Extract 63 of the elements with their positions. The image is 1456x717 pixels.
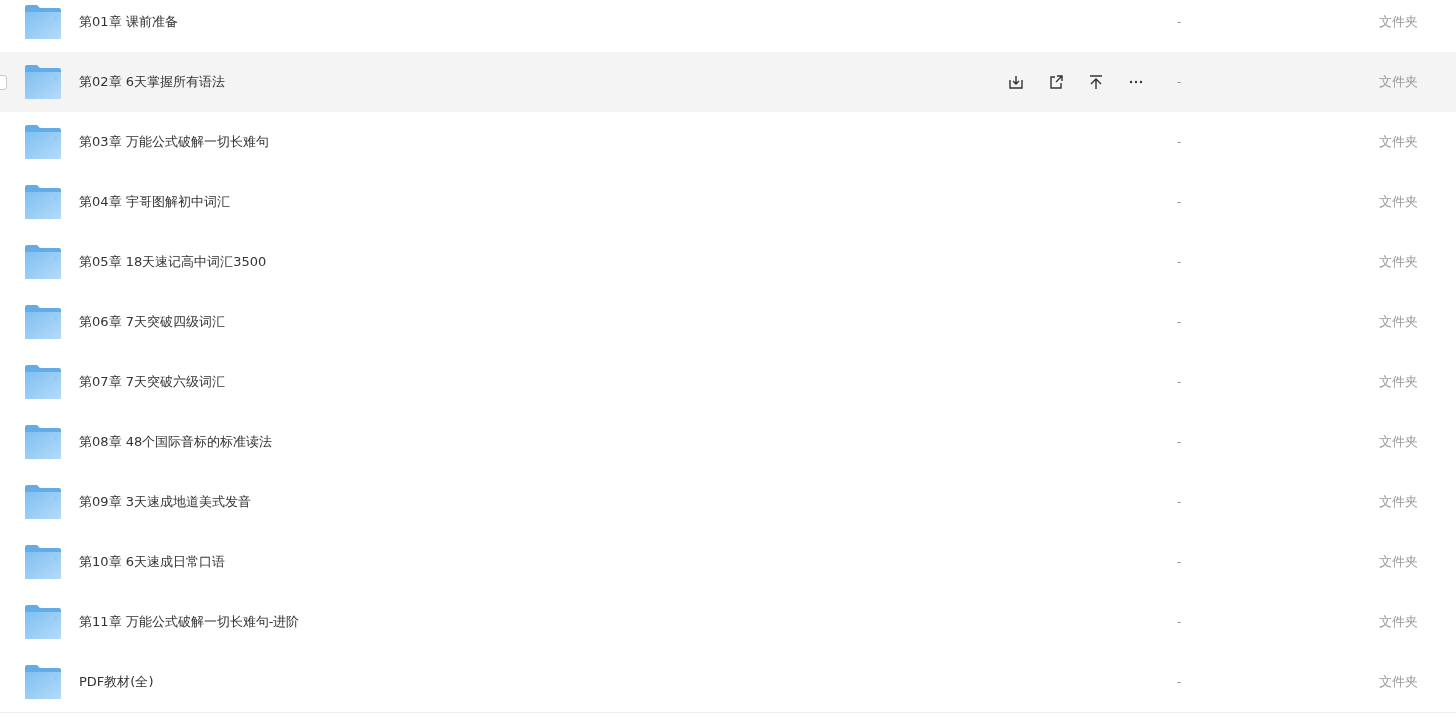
folder-icon xyxy=(25,5,61,39)
size-cell-text: - xyxy=(1175,253,1183,272)
folder-icon xyxy=(25,485,61,519)
type-cell-text: 文件夹 xyxy=(1379,493,1418,512)
folder-icon xyxy=(25,245,61,279)
file-row[interactable]: 第06章 7天突破四级词汇 - 文件夹 xyxy=(0,292,1456,352)
file-row[interactable]: 第01章 课前准备 - 文件夹 xyxy=(0,0,1456,52)
size-cell-text: - xyxy=(1175,133,1183,152)
folder-name[interactable]: 第11章 万能公式破解一切长难句-进阶 xyxy=(79,614,300,630)
folder-name[interactable]: 第05章 18天速记高中词汇3500 xyxy=(79,254,267,270)
size-cell-text: - xyxy=(1175,553,1183,572)
type-cell-text: 文件夹 xyxy=(1379,373,1418,392)
folder-icon xyxy=(25,665,61,699)
folder-name[interactable]: 第07章 7天突破六级词汇 xyxy=(79,374,225,390)
type-cell-text: 文件夹 xyxy=(1379,313,1418,332)
file-row[interactable]: 第10章 6天速成日常口语 - 文件夹 xyxy=(0,532,1456,592)
download-icon[interactable] xyxy=(1007,73,1025,91)
type-cell-text: 文件夹 xyxy=(1379,553,1418,572)
file-row[interactable]: 第11章 万能公式破解一切长难句-进阶 - 文件夹 xyxy=(0,592,1456,652)
folder-icon xyxy=(25,425,61,459)
folder-name[interactable]: 第09章 3天速成地道美式发音 xyxy=(79,494,251,510)
folder-name[interactable]: 第04章 宇哥图解初中词汇 xyxy=(79,194,230,210)
folder-icon xyxy=(25,65,61,99)
folder-name[interactable]: 第10章 6天速成日常口语 xyxy=(79,554,225,570)
type-cell-text: 文件夹 xyxy=(1379,433,1418,452)
size-cell-text: - xyxy=(1175,313,1183,332)
share-icon[interactable] xyxy=(1047,73,1065,91)
type-cell-text: 文件夹 xyxy=(1379,13,1418,32)
size-cell-text: - xyxy=(1175,493,1183,512)
folder-name[interactable]: 第02章 6天掌握所有语法 xyxy=(79,74,225,90)
folder-name[interactable]: PDF教材(全) xyxy=(79,674,154,690)
file-row[interactable]: 第03章 万能公式破解一切长难句 - 文件夹 xyxy=(0,112,1456,172)
folder-name[interactable]: 第03章 万能公式破解一切长难句 xyxy=(79,134,269,150)
size-cell-text: - xyxy=(1175,433,1183,452)
size-cell-text: - xyxy=(1175,373,1183,392)
folder-icon xyxy=(25,305,61,339)
folder-icon xyxy=(25,185,61,219)
file-row[interactable]: 第09章 3天速成地道美式发音 - 文件夹 xyxy=(0,472,1456,532)
folder-name[interactable]: 第06章 7天突破四级词汇 xyxy=(79,314,225,330)
file-row[interactable]: 第04章 宇哥图解初中词汇 - 文件夹 xyxy=(0,172,1456,232)
upload-to-top-icon[interactable] xyxy=(1087,73,1105,91)
type-cell-text: 文件夹 xyxy=(1379,133,1418,152)
file-row[interactable]: PDF教材(全) - 文件夹 xyxy=(0,652,1456,712)
folder-icon xyxy=(25,545,61,579)
size-cell-text: - xyxy=(1175,13,1183,32)
folder-name[interactable]: 第08章 48个国际音标的标准读法 xyxy=(79,434,273,450)
file-row[interactable]: 第07章 7天突破六级词汇 - 文件夹 xyxy=(0,352,1456,412)
type-cell-text: 文件夹 xyxy=(1379,673,1418,692)
type-cell-text: 文件夹 xyxy=(1379,73,1418,92)
type-cell-text: 文件夹 xyxy=(1379,193,1418,212)
folder-icon xyxy=(25,125,61,159)
size-cell-text: - xyxy=(1175,73,1183,92)
size-cell-text: - xyxy=(1175,613,1183,632)
size-cell-text: - xyxy=(1175,673,1183,692)
file-row[interactable]: 第05章 18天速记高中词汇3500 - 文件夹 xyxy=(0,232,1456,292)
file-row[interactable]: 第02章 6天掌握所有语法 - 文件夹 xyxy=(0,52,1456,112)
type-cell-text: 文件夹 xyxy=(1379,613,1418,632)
size-cell-text: - xyxy=(1175,193,1183,212)
folder-icon xyxy=(25,605,61,639)
folder-icon xyxy=(25,365,61,399)
folder-name[interactable]: 第01章 课前准备 xyxy=(79,14,178,30)
type-cell-text: 文件夹 xyxy=(1379,253,1418,272)
file-row[interactable]: 第08章 48个国际音标的标准读法 - 文件夹 xyxy=(0,412,1456,472)
